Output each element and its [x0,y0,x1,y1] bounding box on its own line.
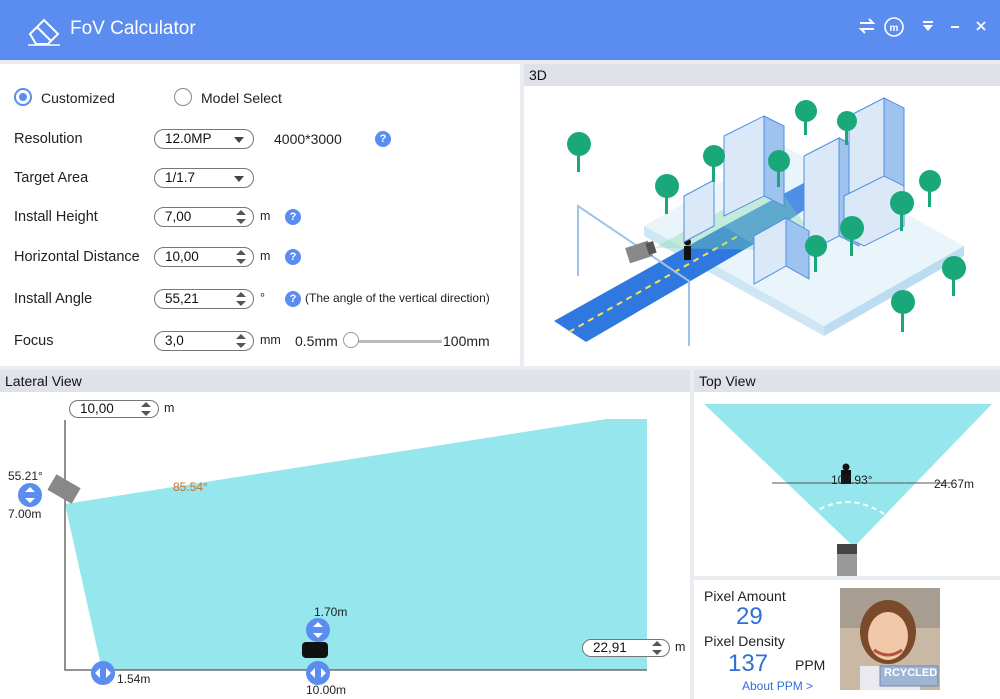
about-ppm-link[interactable]: About PPM > [742,679,813,693]
near-distance-handle[interactable] [91,661,115,685]
city-scene-illustration[interactable] [524,86,1000,366]
spinner-icon[interactable] [141,402,151,416]
title-bar: FoV Calculator m [0,0,1000,60]
pixel-density-unit: PPM [795,657,826,673]
eraser-logo-icon [28,18,60,46]
chevron-down-icon [234,137,244,143]
horizontal-distance-unit: m [260,249,271,263]
lateral-fov-area [65,419,647,670]
install-angle-label: Install Angle [14,291,93,307]
target-height-label: 1.70m [314,605,348,619]
minimize-icon[interactable] [944,16,966,38]
horizontal-distance-value: 10,00 [165,249,199,264]
install-angle-value: 55,21 [165,291,199,306]
target-area-value: 1/1.7 [165,170,196,185]
pixel-density-label: Pixel Density [704,633,785,649]
lateral-top-height-input[interactable]: 10,00 [69,400,159,418]
target-area-label: Target Area [14,170,89,186]
pixel-panel: Pixel Amount 29 Pixel Density 137 PPM Ab… [694,580,1000,699]
focus-input[interactable]: 3,0 [154,331,254,351]
camera-angle-handle[interactable] [18,483,42,507]
help-icon[interactable]: ? [285,249,301,265]
customized-radio[interactable] [14,88,32,106]
horizontal-distance-input[interactable]: 10,00 [154,247,254,267]
left-right-arrows-icon [310,668,326,678]
lateral-view-panel: Lateral View 10,00 m 55.21° 7.00m 85.54°… [0,370,690,699]
settings-panel: Customized Model Select Resolution 12.0M… [0,64,520,366]
target-distance-label: 10.00m [306,683,347,697]
up-down-arrows-icon [313,622,323,638]
resolution-value: 12.0MP [165,131,212,146]
target-height-handle[interactable] [306,618,330,642]
top-view-title: Top View [694,370,1000,392]
focus-min-label: 0.5mm [295,333,338,349]
spinner-icon[interactable] [236,292,246,306]
lateral-fov-label: 85.54° [173,480,208,494]
install-height-label: Install Height [14,209,98,225]
svg-text:m: m [890,23,899,34]
model-select-label: Model Select [201,90,282,106]
far-distance-input[interactable]: 22,91 [582,639,670,657]
lateral-top-height-value: 10,00 [80,401,114,416]
lateral-view-title: Lateral View [0,370,690,392]
top-angle-label: 102.93° [831,473,873,487]
resolution-label: Resolution [14,131,83,147]
target-person-icon [302,642,328,658]
install-angle-note: (The angle of the vertical direction) [305,291,490,305]
view-3d-panel: 3D [524,64,1000,366]
help-icon[interactable]: ? [285,291,301,307]
spinner-icon[interactable] [236,250,246,264]
install-height-unit: m [260,209,271,223]
top-width-label: 24.67m [934,477,975,491]
help-icon[interactable]: ? [285,209,301,225]
sample-plate-text: RCYCLED [884,667,938,679]
focus-max-label: 100mm [443,333,490,349]
far-distance-unit: m [675,640,686,654]
target-area-select[interactable]: 1/1.7 [154,168,254,188]
lateral-height-label: 7.00m [8,507,42,521]
horizontal-distance-label: Horizontal Distance [14,249,140,265]
lateral-camera-icon [47,474,81,504]
spinner-icon[interactable] [236,210,246,224]
focus-value: 3,0 [165,333,184,348]
install-height-value: 7,00 [165,209,192,224]
focus-label: Focus [14,333,54,349]
pixel-amount-label: Pixel Amount [704,588,786,604]
spinner-icon[interactable] [236,334,246,348]
close-icon[interactable] [970,16,992,38]
pixel-density-value: 137 [728,650,769,677]
resolution-select[interactable]: 12.0MP [154,129,254,149]
spinner-icon[interactable] [652,641,662,655]
swap-icon[interactable] [856,16,878,38]
install-angle-input[interactable]: 55,21 [154,289,254,309]
lateral-top-height-unit: m [164,401,175,415]
near-distance-label: 1.54m [117,672,151,686]
top-view-panel: Top View 102.93° 24.67m [694,370,1000,576]
customized-label: Customized [41,90,115,106]
install-angle-unit: ° [260,291,265,305]
top-camera-icon [837,544,857,554]
app-title: FoV Calculator [70,18,196,39]
focus-slider-thumb[interactable] [343,332,359,348]
target-distance-handle[interactable] [306,661,330,685]
far-distance-value: 22,91 [593,640,627,655]
help-icon[interactable]: ? [375,131,391,147]
pixel-amount-value: 29 [736,603,763,630]
focus-slider-track[interactable] [350,340,442,343]
focus-unit: mm [260,333,281,347]
model-select-radio[interactable] [174,88,192,106]
menu-dropdown-icon[interactable] [917,16,939,38]
up-down-arrows-icon [25,487,35,503]
m-circle-icon[interactable]: m [883,16,905,38]
view-3d-title: 3D [524,64,1000,86]
resolution-dimensions: 4000*3000 [274,131,342,147]
chevron-down-icon [234,176,244,182]
left-right-arrows-icon [95,668,111,678]
lateral-angle-label: 55.21° [8,469,43,483]
install-height-input[interactable]: 7,00 [154,207,254,227]
